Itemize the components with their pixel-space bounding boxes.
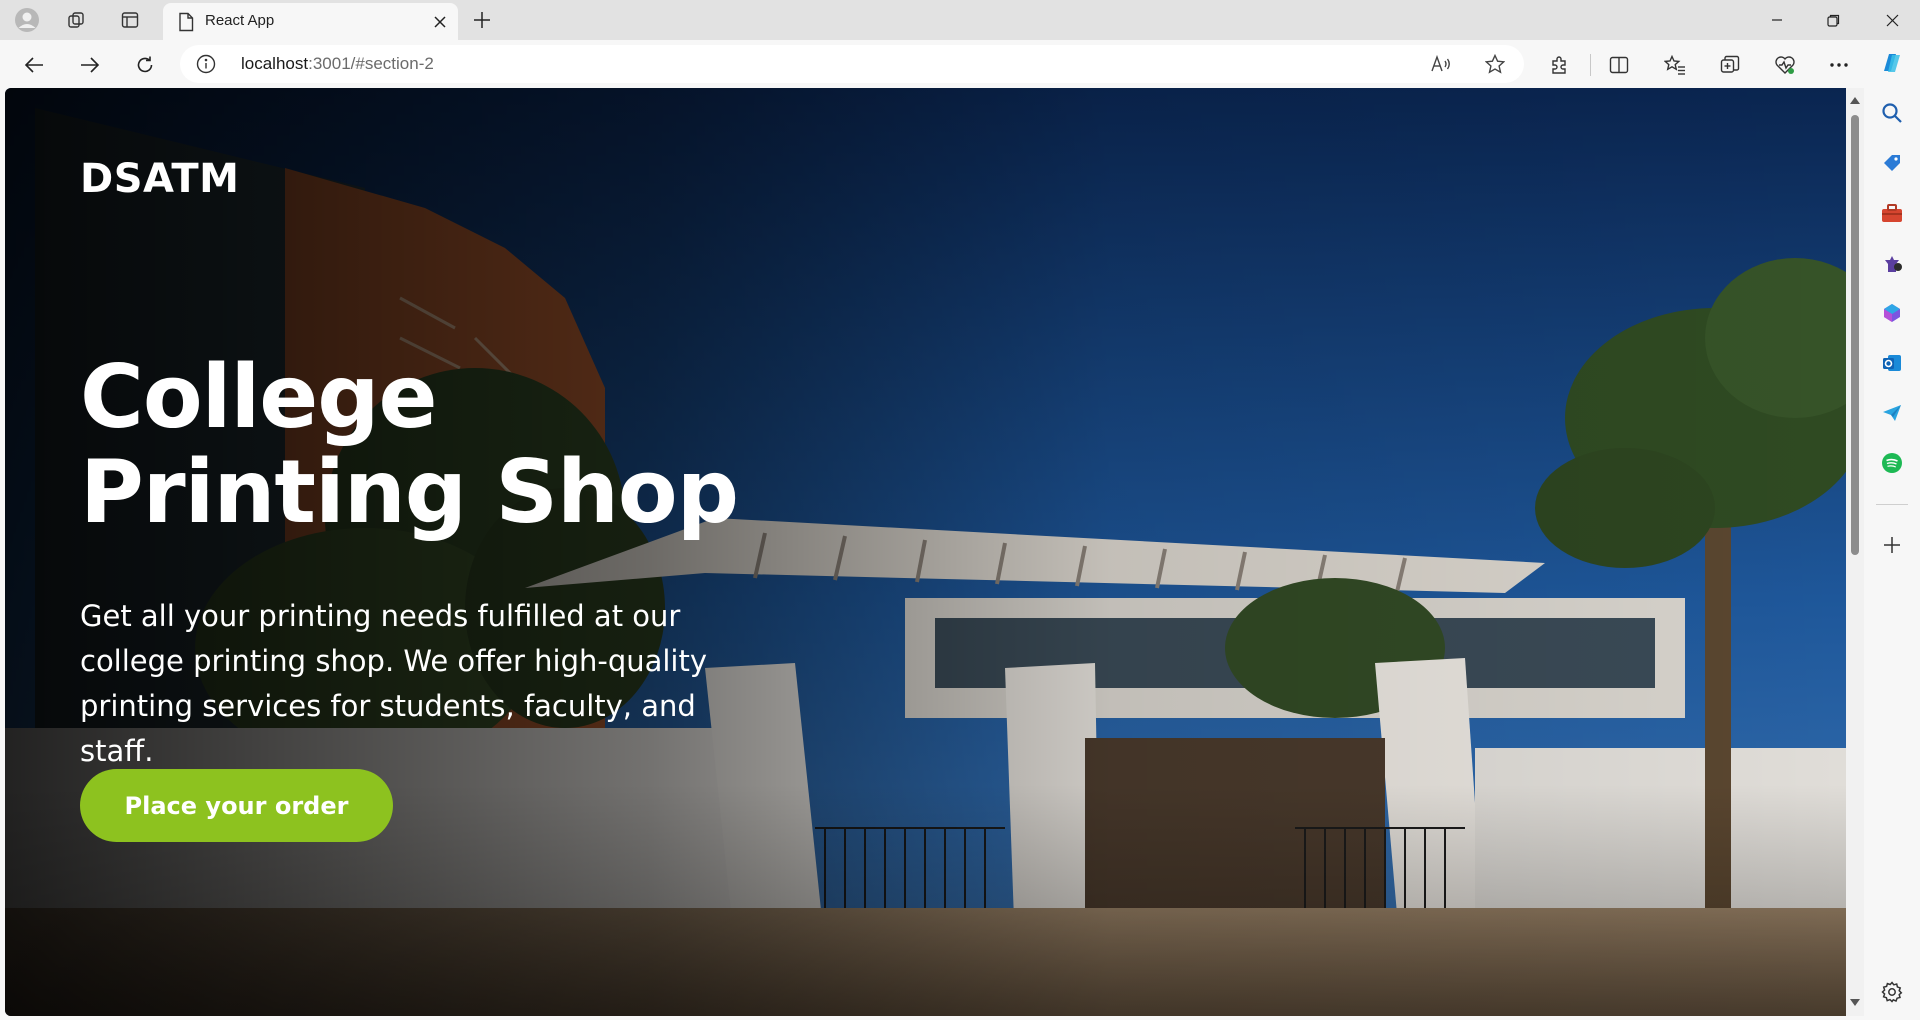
page-viewport: DSATM College Printing Shop Get all your… xyxy=(5,88,1846,1016)
sidebar-divider xyxy=(1876,504,1908,505)
close-tab-icon[interactable] xyxy=(429,11,451,33)
profile-avatar-icon[interactable] xyxy=(13,6,41,34)
tools-icon[interactable] xyxy=(1877,198,1907,228)
new-tab-icon[interactable] xyxy=(468,6,496,34)
browser-essentials-icon[interactable] xyxy=(1768,48,1802,82)
split-screen-icon[interactable] xyxy=(1602,48,1636,82)
restore-icon[interactable] xyxy=(1805,0,1861,40)
microsoft-365-icon[interactable] xyxy=(1877,298,1907,328)
extensions-icon[interactable] xyxy=(1542,48,1576,82)
favorite-star-icon[interactable] xyxy=(1481,50,1509,78)
refresh-icon[interactable] xyxy=(128,48,162,82)
tab-strip: React App xyxy=(0,0,1920,40)
address-bar[interactable]: localhost:3001/#section-2 xyxy=(180,45,1524,83)
send-icon[interactable] xyxy=(1877,398,1907,428)
site-info-icon[interactable] xyxy=(196,54,216,74)
outlook-icon[interactable] xyxy=(1877,348,1907,378)
close-window-icon[interactable] xyxy=(1864,0,1920,40)
back-arrow-icon[interactable] xyxy=(17,48,51,82)
headline-line-1: College xyxy=(80,346,438,448)
more-options-icon[interactable] xyxy=(1822,48,1856,82)
edge-sidebar xyxy=(1864,40,1920,1020)
brand-logo-text[interactable]: DSATM xyxy=(80,156,239,202)
scroll-down-arrow-icon[interactable] xyxy=(1849,996,1861,1008)
settings-gear-icon[interactable] xyxy=(1877,977,1907,1007)
active-tab[interactable]: React App xyxy=(163,3,458,40)
hero-description: Get all your printing needs fulfilled at… xyxy=(80,599,708,768)
document-icon xyxy=(179,12,194,32)
tab-title: React App xyxy=(205,12,275,29)
games-icon[interactable] xyxy=(1877,248,1907,278)
scroll-up-arrow-icon[interactable] xyxy=(1849,94,1861,106)
copilot-icon[interactable] xyxy=(1877,48,1907,78)
url-text[interactable]: localhost:3001/#section-2 xyxy=(241,54,434,74)
place-order-button[interactable]: Place your order xyxy=(80,769,393,842)
minimize-icon[interactable] xyxy=(1749,0,1805,40)
read-aloud-icon[interactable] xyxy=(1427,50,1455,78)
workspaces-icon[interactable] xyxy=(63,6,91,34)
toolbar-divider xyxy=(1590,54,1591,76)
search-icon[interactable] xyxy=(1877,98,1907,128)
campus-background-image xyxy=(5,88,1846,1016)
forward-arrow-icon[interactable] xyxy=(73,48,107,82)
scrollbar-thumb[interactable] xyxy=(1851,115,1859,555)
spotify-icon[interactable] xyxy=(1877,448,1907,478)
vertical-tabs-icon[interactable] xyxy=(116,6,144,34)
headline-line-2: Printing Shop xyxy=(80,441,739,543)
browser-toolbar: localhost:3001/#section-2 xyxy=(0,40,1920,88)
hero-headline: College Printing Shop xyxy=(80,350,780,540)
shopping-tag-icon[interactable] xyxy=(1877,148,1907,178)
add-icon[interactable] xyxy=(1877,530,1907,560)
collections-icon[interactable] xyxy=(1713,48,1747,82)
favorites-list-icon[interactable] xyxy=(1658,48,1692,82)
page-scrollbar[interactable] xyxy=(1846,88,1864,1016)
